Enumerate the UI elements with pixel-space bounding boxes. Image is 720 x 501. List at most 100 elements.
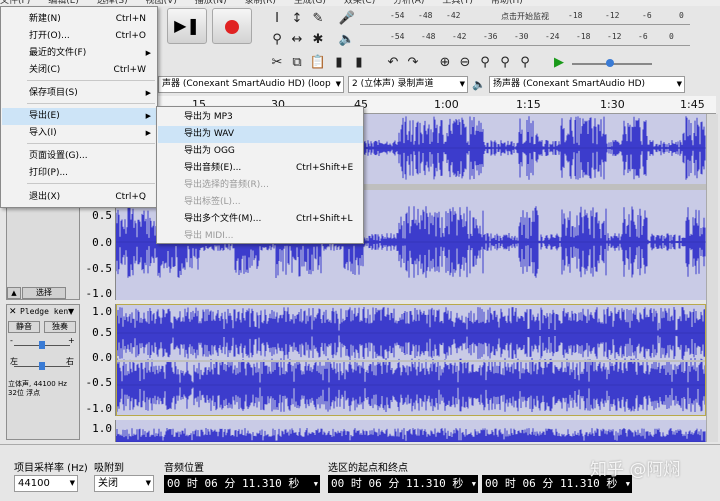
axis-tick-label: 1.0: [92, 305, 112, 318]
record-meter[interactable]: -54 -48 -42 点击开始监视 -18 -12 -6 0: [360, 11, 690, 25]
track2-menu-arrow[interactable]: ▼: [68, 307, 74, 316]
audio-position-label: 音频位置: [164, 463, 204, 474]
menu-item-label: 打印(P)...: [29, 168, 69, 178]
slider-thumb[interactable]: [39, 362, 45, 370]
menu-item-label: 导出多个文件(M)...: [184, 214, 262, 224]
fit-project-icon: ⚲: [500, 55, 510, 70]
selection-tool-button[interactable]: I: [268, 10, 286, 28]
chevron-down-icon: ▼: [471, 480, 476, 488]
selection-start-field[interactable]: 00 时 06 分 11.310 秒 ▼: [328, 475, 478, 493]
project-rate-select[interactable]: 44100 ▼: [14, 475, 78, 492]
menu-item-label: 导出 MIDI...: [184, 231, 234, 241]
file-menu-item[interactable]: 关闭(C) Ctrl+W: [2, 62, 156, 79]
timeline-tick-label: 1:45: [680, 98, 705, 111]
file-menu-item[interactable]: 导出(E) ▶: [2, 108, 156, 125]
menubar-item[interactable]: 效果(C): [344, 0, 375, 6]
export-menu-item[interactable]: 导出多个文件(M)... Ctrl+Shift+L: [158, 211, 363, 228]
skip-end-button[interactable]: ▶❚: [167, 8, 207, 44]
menubar-item[interactable]: 录制(R): [245, 0, 276, 6]
track2-pan-slider[interactable]: [14, 362, 70, 370]
meter-tick-label: -48: [418, 11, 433, 20]
audio-position-field[interactable]: 00 时 06 分 11.310 秒 ▼: [164, 475, 320, 493]
draw-tool-button[interactable]: ✎: [309, 10, 327, 28]
track2-format-info: 立体声, 44100 Hz 32位 浮点: [8, 380, 67, 397]
zoom-in-button[interactable]: ⊕: [436, 54, 454, 72]
clipboard-icon: 📋: [309, 55, 327, 70]
redo-button[interactable]: ↷: [404, 54, 422, 72]
axis-tick-label: -0.5: [85, 262, 113, 275]
track3-waveform[interactable]: [116, 420, 706, 442]
zoom-toggle-button[interactable]: ⚲: [516, 54, 534, 72]
file-menu-item[interactable]: 新建(N) Ctrl+N: [2, 11, 156, 28]
axis-tick-label: 0.5: [92, 326, 112, 339]
menu-item-label: 关闭(C): [29, 65, 61, 75]
menubar-item[interactable]: 播放(N): [195, 0, 227, 6]
menubar-item[interactable]: 生成(G): [294, 0, 326, 6]
zoom-tool-button[interactable]: ⚲: [268, 31, 286, 49]
silence-button[interactable]: ▮: [350, 54, 368, 72]
export-menu-item[interactable]: 导出为 OGG: [158, 143, 363, 160]
snap-to-select[interactable]: 关闭 ▼: [94, 475, 154, 492]
record-meter-button[interactable]: 🎤: [338, 10, 356, 28]
export-submenu: 导出为 MP3 导出为 WAV 导出为 OGG 导出音频(E)... Ctrl+Shif…: [156, 106, 364, 244]
chevron-right-icon: ▶: [145, 49, 151, 57]
menu-item-label: 导出音频(E)...: [184, 163, 242, 173]
fit-project-button[interactable]: ⚲: [496, 54, 514, 72]
export-menu-item[interactable]: 导出为 WAV: [158, 126, 363, 143]
envelope-tool-button[interactable]: ↕: [288, 10, 306, 28]
timeshift-tool-button[interactable]: ↔: [288, 31, 306, 49]
fit-selection-button[interactable]: ⚲: [476, 54, 494, 72]
file-menu-item[interactable]: 打开(O)... Ctrl+O: [2, 28, 156, 45]
track2-waveform[interactable]: [116, 304, 706, 416]
playback-device-icon-button: 🔈: [470, 76, 488, 94]
menu-item-label: 导入(I): [29, 128, 57, 138]
play-meter-button[interactable]: 🔈: [338, 31, 356, 49]
menu-item-label: 导出为 OGG: [184, 146, 235, 156]
play-meter[interactable]: -54 -48 -42 -36 -30 -24 -18 -12 -6 0: [360, 32, 690, 46]
cut-button[interactable]: ✂: [268, 54, 286, 72]
copy-button[interactable]: ⧉: [288, 54, 306, 72]
file-menu-item[interactable]: 打印(P)...: [2, 165, 156, 182]
slider-thumb[interactable]: [606, 59, 614, 67]
ibeam-icon: I: [275, 11, 279, 26]
track2-close-button[interactable]: ✕: [9, 307, 17, 317]
track2-name[interactable]: Pledge ken: [20, 307, 68, 316]
track2-mute-button[interactable]: 静音: [8, 321, 40, 333]
record-device-select[interactable]: 声器 (Conexant SmartAudio HD) (loop ▼: [158, 76, 344, 93]
vertical-scrollbar[interactable]: [706, 114, 718, 442]
trim-button[interactable]: ▮: [330, 54, 348, 72]
menubar-item[interactable]: 分析(A): [393, 0, 424, 6]
menubar-item[interactable]: 工具(T): [442, 0, 473, 6]
selection-label: 选区的起点和终点: [328, 463, 408, 474]
export-menu-item[interactable]: 导出音频(E)... Ctrl+Shift+E: [158, 160, 363, 177]
speaker-icon: 🔈: [338, 32, 356, 47]
playback-device-select[interactable]: 扬声器 (Conexant SmartAudio HD) ▼: [489, 76, 685, 93]
speaker-icon: 🔈: [472, 78, 486, 91]
export-menu-item: 导出 MIDI...: [158, 228, 363, 245]
export-menu-item[interactable]: 导出为 MP3: [158, 109, 363, 126]
play-at-speed-button[interactable]: ▶: [550, 54, 568, 72]
track1-collapse-button[interactable]: ▲: [7, 287, 21, 299]
file-menu-item[interactable]: 保存项目(S) ▶: [2, 85, 156, 102]
track1-select-button[interactable]: 选择: [22, 287, 66, 299]
play-speed-slider[interactable]: [572, 59, 652, 67]
file-menu-item[interactable]: 导入(I) ▶: [2, 125, 156, 142]
menubar-item[interactable]: 帮助(H): [491, 0, 523, 6]
file-menu-item[interactable]: 页面设置(G)...: [2, 148, 156, 165]
record-button[interactable]: [212, 8, 252, 44]
zoom-out-button[interactable]: ⊖: [456, 54, 474, 72]
multi-tool-button[interactable]: ✱: [309, 31, 327, 49]
channels-select[interactable]: 2 (立体声) 录制声道 ▼: [348, 76, 468, 93]
menu-item-label: 页面设置(G)...: [29, 151, 88, 161]
track2-solo-button[interactable]: 独奏: [44, 321, 76, 333]
slider-thumb[interactable]: [39, 341, 45, 349]
file-menu-item[interactable]: 最近的文件(F) ▶: [2, 45, 156, 62]
file-menu-item[interactable]: 退出(X) Ctrl+Q: [2, 189, 156, 206]
track2-gain-minus-label: -: [10, 336, 13, 345]
copy-icon: ⧉: [292, 55, 302, 70]
undo-button[interactable]: ↶: [384, 54, 402, 72]
track2-gain-slider[interactable]: [14, 341, 70, 349]
paste-button[interactable]: 📋: [309, 54, 327, 72]
meter-tick-label: -36: [483, 32, 498, 41]
menu-item-shortcut: Ctrl+Shift+E: [296, 163, 354, 173]
